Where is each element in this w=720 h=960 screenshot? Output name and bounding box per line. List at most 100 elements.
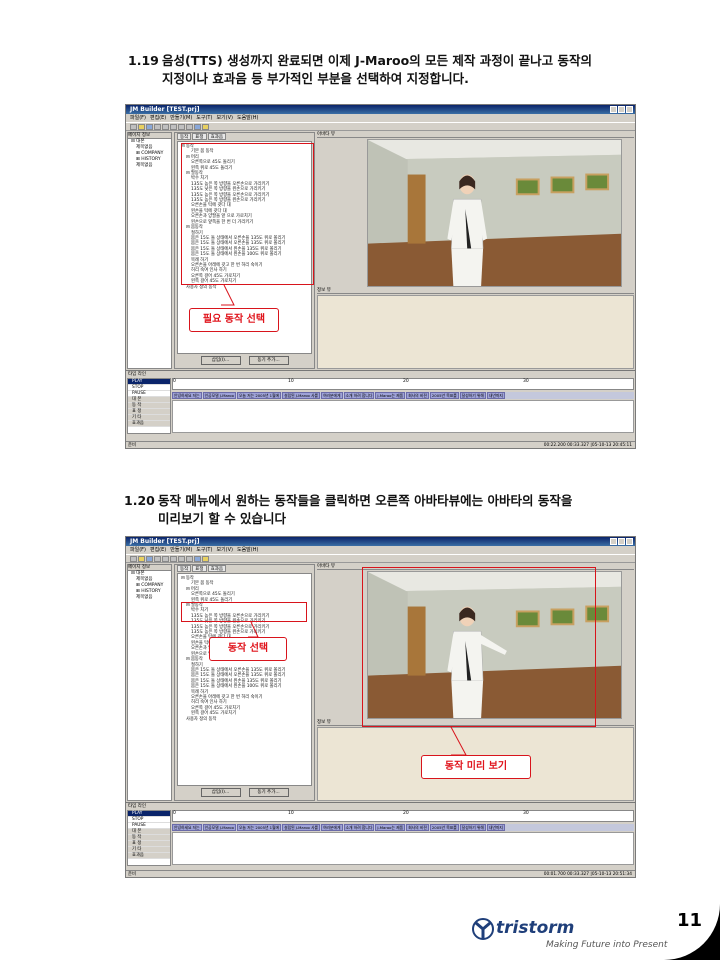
track-clip[interactable]: 설립된 J-Maroo 사를 (282, 824, 321, 831)
track-clip[interactable]: 내년까지 (486, 392, 505, 399)
track-clip[interactable]: 여러분에게 (321, 392, 343, 399)
toolbar (126, 554, 635, 563)
status-bar: 준비 00:22.200 00:33.327 |05-10-13 20:45:11 (126, 441, 635, 448)
tab-bar: 동작 표정 효과음 (175, 565, 314, 572)
insert-button[interactable]: 삽입(I)... (200, 788, 241, 797)
stop-icon[interactable] (186, 124, 193, 130)
window-titlebar: JM Builder [TEST.prj] (126, 105, 635, 114)
save-icon[interactable] (146, 124, 153, 130)
tab-sound[interactable]: 효과음 (207, 565, 226, 572)
render-icon[interactable] (194, 124, 201, 130)
caption-number: 1.19 (128, 53, 159, 68)
timeline: 타임 라인 PLAY STOP PAUSE 대 본 동 작 표 정 기 타 효과… (126, 802, 635, 872)
add-button[interactable]: 동기 추가... (248, 788, 289, 797)
script-track[interactable]: 안녕하세요 저는 인공모델 J-Maroo 오늘 저는 2005년 1월에 설립된 J… (172, 392, 634, 399)
stop-icon[interactable] (186, 556, 193, 562)
close-icon[interactable] (626, 106, 633, 113)
track-clip[interactable]: 2005년 목표를 (429, 392, 459, 399)
track-clip[interactable]: 달성하기 위해 (459, 392, 486, 399)
track-clip[interactable]: J-Maroo는 제품 (375, 824, 406, 831)
menu-view[interactable]: 보기(V) (216, 114, 233, 122)
track-clip[interactable]: 설립된 J-Maroo 사를 (282, 392, 321, 399)
cut-icon[interactable] (154, 124, 161, 130)
new-icon[interactable] (130, 124, 137, 130)
avatar-scene (368, 140, 621, 286)
track-clip[interactable]: 소개 하려 합니다 (343, 392, 375, 399)
help-icon[interactable] (202, 124, 209, 130)
copy-icon[interactable] (162, 556, 169, 562)
tab-expression[interactable]: 표정 (192, 133, 207, 140)
cut-icon[interactable] (154, 556, 161, 562)
play-icon[interactable] (178, 556, 185, 562)
menu-edit[interactable]: 편집(E) (150, 546, 166, 554)
menu-tools[interactable]: 도구(T) (196, 546, 212, 554)
tab-expression[interactable]: 표정 (192, 565, 207, 572)
tab-bar: 동작 표정 효과음 (175, 133, 314, 140)
save-icon[interactable] (146, 556, 153, 562)
maximize-icon[interactable] (618, 538, 625, 545)
maximize-icon[interactable] (618, 106, 625, 113)
window-title: JM Builder [TEST.prj] (130, 106, 200, 113)
close-icon[interactable] (626, 538, 633, 545)
track-clip[interactable]: 회사의 비젼 (406, 824, 429, 831)
help-icon[interactable] (202, 556, 209, 562)
logo-slogan: Making Future into Present (546, 940, 668, 950)
menu-help[interactable]: 도움말(H) (237, 114, 258, 122)
menu-make[interactable]: 만들기(M) (170, 546, 192, 554)
ruler-tick: 30 (523, 379, 529, 384)
menu-file[interactable]: 파일(F) (130, 114, 146, 122)
track-sound[interactable]: 효과음 (128, 853, 170, 859)
tab-sound[interactable]: 효과음 (207, 133, 226, 140)
avatar-view (367, 139, 622, 287)
paste-icon[interactable] (170, 556, 177, 562)
new-icon[interactable] (130, 556, 137, 562)
track-clip[interactable]: 달성하기 위해 (459, 824, 486, 831)
render-icon[interactable] (194, 556, 201, 562)
timeline-controls: PLAY STOP PAUSE 대 본 동 작 표 정 기 타 효과음 (127, 378, 171, 434)
script-track[interactable]: 안녕하세요 저는 인공모델 J-Maroo 오늘 저는 2005년 1월에 설립된 J… (172, 824, 634, 831)
track-clip[interactable]: 오늘 저는 2005년 1월에 (236, 392, 282, 399)
track-sound[interactable]: 효과음 (128, 421, 170, 427)
open-icon[interactable] (138, 556, 145, 562)
timeline-ruler: 0 10 20 30 (172, 810, 634, 822)
add-button[interactable]: 동기 추가... (248, 356, 289, 365)
window-title: JM Builder [TEST.prj] (130, 538, 200, 545)
menu-edit[interactable]: 편집(E) (150, 114, 166, 122)
tree-item[interactable]: 제목없음 (128, 595, 171, 601)
menu-tools[interactable]: 도구(T) (196, 114, 212, 122)
highlight-box (181, 602, 307, 622)
ruler-tick: 10 (288, 811, 294, 816)
open-icon[interactable] (138, 124, 145, 130)
track-clip[interactable]: 인공모델 J-Maroo (202, 392, 236, 399)
info-view-title: 정보 뷰 (317, 288, 634, 294)
track-grid (172, 400, 634, 433)
minimize-icon[interactable] (610, 538, 617, 545)
copy-icon[interactable] (162, 124, 169, 130)
track-clip[interactable]: 회사의 비젼 (406, 392, 429, 399)
track-clip[interactable]: 인공모델 J-Maroo (202, 824, 236, 831)
menu-file[interactable]: 파일(F) (130, 546, 146, 554)
menu-make[interactable]: 만들기(M) (170, 114, 192, 122)
timeline-controls: PLAY STOP PAUSE 대 본 동 작 표 정 기 타 효과음 (127, 810, 171, 866)
track-clip[interactable]: 2005년 목표를 (429, 824, 459, 831)
minimize-icon[interactable] (610, 106, 617, 113)
motion-tree-item[interactable]: 사용자 정의 동작 (181, 717, 308, 722)
tab-motion[interactable]: 동작 (177, 565, 192, 572)
track-clip[interactable]: 내년까지 (486, 824, 505, 831)
tree-item[interactable]: 제목없음 (128, 163, 171, 169)
play-icon[interactable] (178, 124, 185, 130)
ruler-tick: 20 (403, 379, 409, 384)
menu-help[interactable]: 도움말(H) (237, 546, 258, 554)
paste-icon[interactable] (170, 124, 177, 130)
tab-motion[interactable]: 동작 (177, 133, 192, 140)
track-clip[interactable]: 소개 하려 합니다 (343, 824, 375, 831)
track-clip[interactable]: J-Maroo는 제품 (375, 392, 406, 399)
track-clip[interactable]: 안녕하세요 저는 (172, 392, 202, 399)
timeline: 타임 라인 PLAY STOP PAUSE 대 본 동 작 표 정 기 타 효과… (126, 370, 635, 442)
insert-button[interactable]: 삽입(I)... (200, 356, 241, 365)
motion-tree-item[interactable]: 사용자 정의 동작 (181, 285, 308, 290)
track-clip[interactable]: 오늘 저는 2005년 1월에 (236, 824, 282, 831)
track-clip[interactable]: 안녕하세요 저는 (172, 824, 202, 831)
track-clip[interactable]: 여러분에게 (321, 824, 343, 831)
menu-view[interactable]: 보기(V) (216, 546, 233, 554)
